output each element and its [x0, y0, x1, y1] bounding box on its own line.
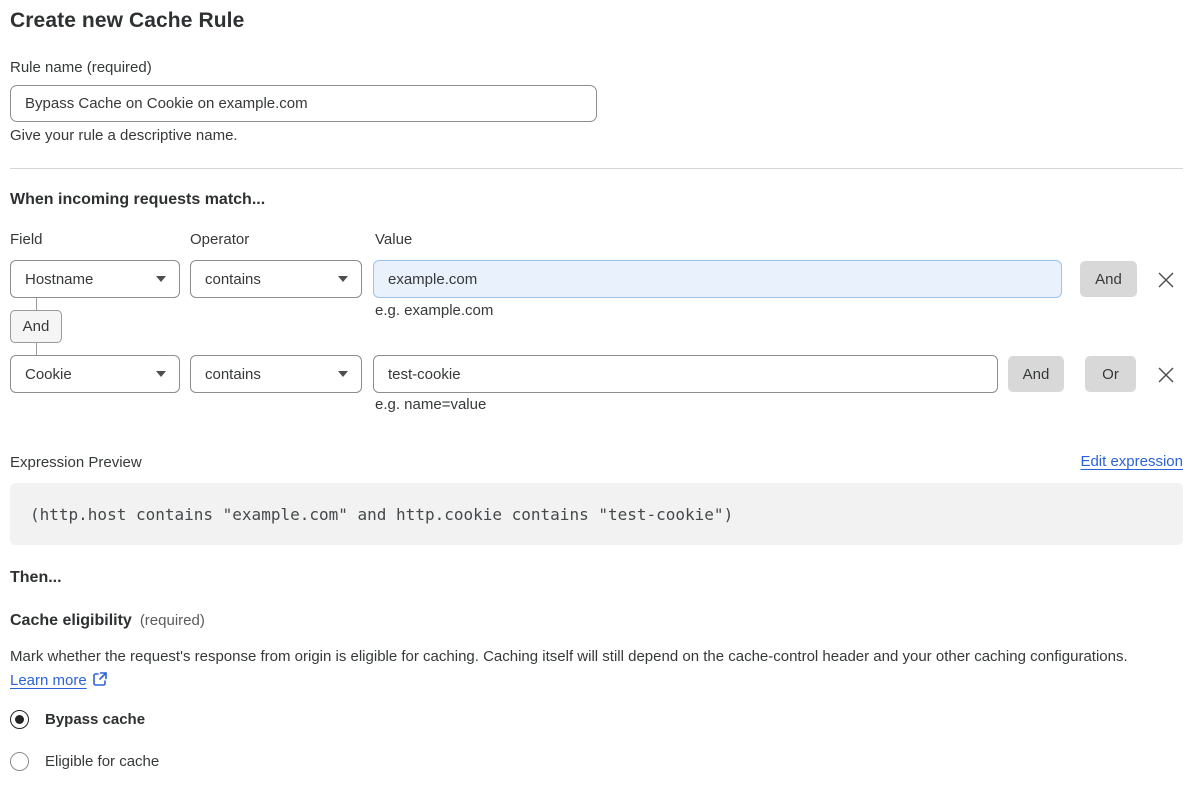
field-select-row2-value: Cookie [25, 365, 72, 383]
bypass-cache-option[interactable]: Bypass cache [10, 710, 145, 729]
radio-selected-icon[interactable] [10, 710, 29, 729]
value-hint-row1: e.g. example.com [375, 302, 494, 319]
field-select-row1[interactable]: Hostname [10, 260, 180, 298]
field-select-row2[interactable]: Cookie [10, 355, 180, 393]
rule-name-helper: Give your rule a descriptive name. [10, 127, 238, 144]
cache-eligibility-description: Mark whether the request's response from… [10, 645, 1165, 693]
value-hint-row2: e.g. name=value [375, 396, 487, 413]
operator-column-label: Operator [190, 231, 250, 248]
chevron-down-icon [156, 371, 166, 377]
eligible-for-cache-label: Eligible for cache [45, 753, 160, 770]
close-icon [1158, 272, 1174, 288]
operator-select-row2-value: contains [205, 365, 261, 383]
field-select-row1-value: Hostname [25, 270, 94, 288]
connector-line-top [36, 298, 37, 310]
value-input-row1[interactable] [373, 260, 1062, 298]
edit-expression-link[interactable]: Edit expression [1080, 453, 1183, 470]
remove-condition-row1-button[interactable] [1152, 266, 1180, 294]
chevron-down-icon [338, 371, 348, 377]
cache-eligibility-heading: Cache eligibility (required) [10, 612, 205, 630]
operator-select-row1-value: contains [205, 270, 261, 288]
close-icon [1158, 367, 1174, 383]
description-text: Mark whether the request's response from… [10, 648, 1128, 665]
field-column-label: Field [10, 231, 43, 248]
value-column-label: Value [375, 231, 413, 248]
expression-preview-label: Expression Preview [10, 454, 142, 471]
chevron-down-icon [156, 276, 166, 282]
and-button-row1[interactable]: And [1080, 261, 1137, 297]
value-input-row2[interactable] [373, 355, 998, 393]
operator-select-row2[interactable]: contains [190, 355, 362, 393]
and-connector-button[interactable]: And [10, 310, 62, 343]
operator-select-row1[interactable]: contains [190, 260, 362, 298]
then-section-heading: Then... [10, 569, 62, 586]
external-link-icon [92, 672, 107, 686]
eligible-for-cache-option[interactable]: Eligible for cache [10, 752, 159, 771]
radio-unselected-icon[interactable] [10, 752, 29, 771]
expression-code: (http.host contains "example.com" and ht… [30, 504, 734, 524]
page-title: Create new Cache Rule [10, 9, 245, 32]
bypass-cache-label: Bypass cache [45, 711, 146, 728]
expression-preview-box: (http.host contains "example.com" and ht… [10, 483, 1183, 545]
learn-more-link[interactable]: Learn more [10, 672, 87, 689]
rule-name-input[interactable] [10, 85, 597, 122]
connector-line-bottom [36, 343, 37, 355]
or-button-row2[interactable]: Or [1085, 356, 1136, 392]
and-button-row2[interactable]: And [1008, 356, 1064, 392]
cache-eligibility-title: Cache eligibility [10, 612, 132, 629]
remove-condition-row2-button[interactable] [1152, 361, 1180, 389]
required-note: (required) [139, 612, 205, 629]
rule-name-label: Rule name (required) [10, 59, 152, 76]
chevron-down-icon [338, 276, 348, 282]
match-section-heading: When incoming requests match... [10, 191, 266, 208]
section-divider [10, 168, 1183, 169]
